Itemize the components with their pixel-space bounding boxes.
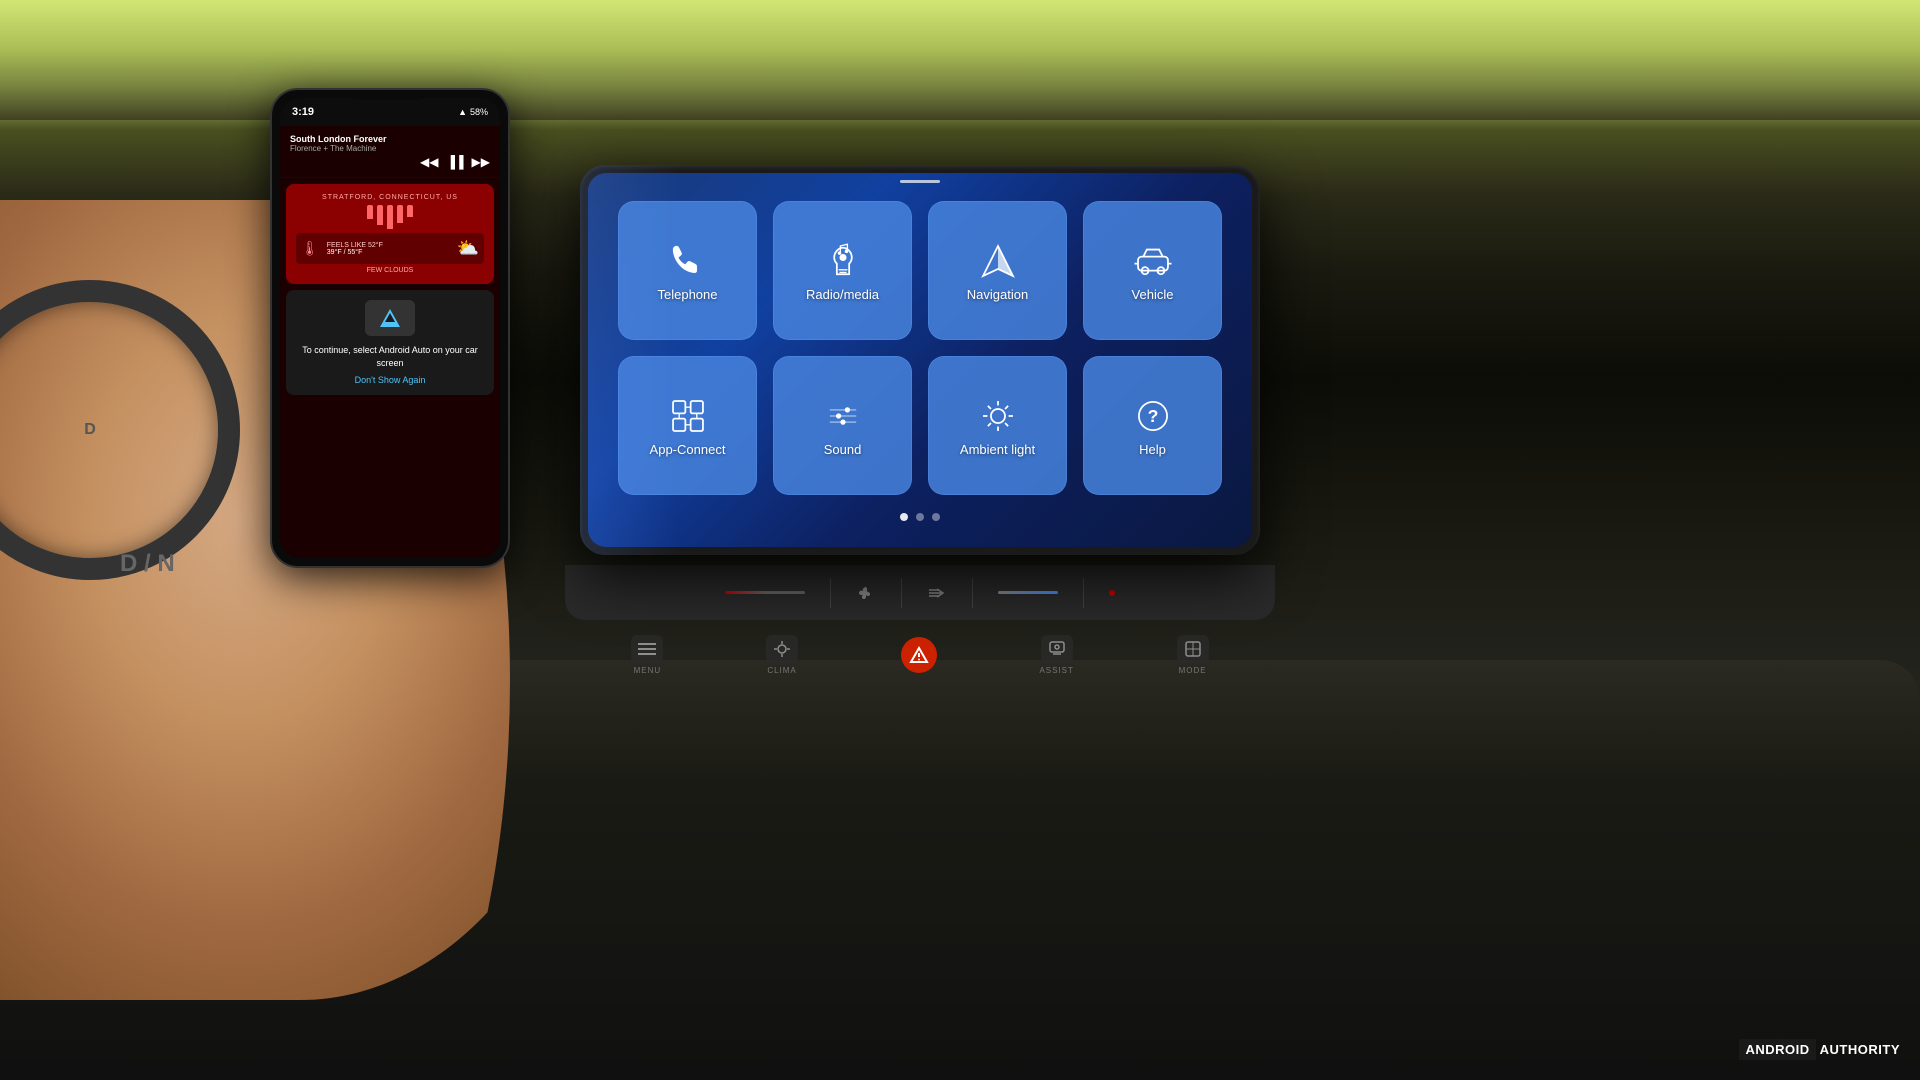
app-connect-label: App-Connect	[650, 442, 726, 457]
ambient-light-button[interactable]: Ambient light	[928, 356, 1067, 495]
weather-bar-2	[377, 205, 383, 225]
audio-slider[interactable]	[998, 591, 1058, 594]
thermometer-icon: 🌡	[301, 240, 319, 257]
ambient-light-icon	[976, 394, 1020, 438]
dot-1[interactable]	[900, 513, 908, 521]
pause-button[interactable]: ▐▐	[447, 155, 464, 169]
hazard-button[interactable]	[901, 637, 937, 673]
phone-notch	[355, 90, 425, 100]
vehicle-button[interactable]: Vehicle	[1083, 201, 1222, 340]
cloud-icon: ⛅	[457, 238, 479, 259]
app-grid: Telephone Radio/media	[588, 181, 1252, 505]
clima-hard-button[interactable]: CLIMA	[766, 635, 798, 675]
car-hard-buttons-row: MENU CLIMA ASSIST	[580, 625, 1260, 685]
assist-label: ASSIST	[1039, 666, 1073, 675]
car-screen-bezel: Telephone Radio/media	[580, 165, 1260, 555]
telephone-label: Telephone	[658, 287, 718, 302]
divider-1	[830, 578, 831, 608]
help-button[interactable]: ? Help	[1083, 356, 1222, 495]
weather-chart	[296, 205, 484, 229]
battery-percent: 58%	[470, 107, 488, 117]
car-infotainment-screen: Telephone Radio/media	[588, 173, 1252, 547]
weather-feels-like: FEELS LIKE 52°F	[327, 242, 383, 249]
weather-description: FEW CLOUDS	[296, 267, 484, 274]
app-connect-button[interactable]: App-Connect	[618, 356, 757, 495]
weather-bar-3	[387, 205, 393, 229]
phone-screen: 3:19 ▲ 58% South London Forever Florence…	[280, 98, 500, 558]
navigation-button[interactable]: Navigation	[928, 201, 1067, 340]
telephone-icon	[666, 239, 710, 283]
sound-label: Sound	[824, 442, 862, 457]
navigation-label: Navigation	[967, 287, 1028, 302]
vehicle-label: Vehicle	[1132, 287, 1174, 302]
assist-icon	[1041, 635, 1073, 663]
android-auto-icon	[365, 300, 415, 336]
help-label: Help	[1139, 442, 1166, 457]
music-artist: Florence + The Machine	[290, 144, 490, 153]
menu-icon	[631, 635, 663, 663]
watermark: ANDROID AUTHORITY	[1739, 1039, 1900, 1060]
weather-bar-4	[397, 205, 403, 223]
prev-button[interactable]: ◀◀	[420, 155, 438, 169]
airflow-icon	[927, 583, 947, 603]
divider-3	[972, 578, 973, 608]
watermark-authority: AUTHORITY	[1820, 1042, 1900, 1057]
weather-temps: 39°F / 55°F	[327, 249, 383, 256]
sound-icon	[821, 394, 865, 438]
phone-status-icons: ▲ 58%	[458, 107, 488, 117]
dot-2[interactable]	[916, 513, 924, 521]
mode-label: MODE	[1179, 666, 1207, 675]
divider-2	[901, 578, 902, 608]
navigation-icon	[976, 239, 1020, 283]
screen-top-bar	[588, 173, 1252, 181]
aa-triangle-icon	[380, 309, 400, 327]
pagination-dots	[588, 505, 1252, 529]
fan-icon	[856, 583, 876, 603]
temperature-left-slider[interactable]	[725, 591, 805, 594]
music-title: South London Forever	[290, 134, 490, 144]
mode-icon	[1177, 635, 1209, 663]
vehicle-icon	[1131, 239, 1175, 283]
menu-hard-button[interactable]: MENU	[631, 635, 663, 675]
help-icon: ?	[1131, 394, 1175, 438]
radio-media-label: Radio/media	[806, 287, 879, 302]
phone-status-bar: 3:19 ▲ 58%	[280, 98, 500, 126]
radio-icon	[821, 239, 865, 283]
battery-icon: ▲	[458, 107, 467, 117]
clima-icon	[766, 635, 798, 663]
watermark-android: ANDROID	[1739, 1039, 1815, 1060]
phone-music-player: South London Forever Florence + The Mach…	[280, 126, 500, 178]
screen-swipe-indicator	[900, 180, 940, 183]
weather-bar-5	[407, 205, 413, 217]
mode-hard-button[interactable]: MODE	[1177, 635, 1209, 675]
indicator-dot	[1109, 590, 1115, 596]
divider-4	[1083, 578, 1084, 608]
gear-indicator: D / N	[120, 550, 175, 578]
android-auto-text: To continue, select Android Auto on your…	[296, 344, 484, 369]
app-connect-icon	[666, 394, 710, 438]
next-button[interactable]: ▶▶	[472, 155, 490, 169]
phone-device: 3:19 ▲ 58% South London Forever Florence…	[270, 88, 510, 568]
weather-temp-row: 🌡 FEELS LIKE 52°F 39°F / 55°F ⛅	[296, 233, 484, 264]
music-controls: ◀◀ ▐▐ ▶▶	[290, 155, 490, 169]
phone-time: 3:19	[292, 106, 314, 118]
dont-show-again-link[interactable]: Don't Show Again	[296, 375, 484, 385]
weather-widget: STRATFORD, CONNECTICUT, US 🌡 FEELS LIKE …	[286, 184, 494, 284]
clima-label: CLIMA	[767, 666, 796, 675]
telephone-button[interactable]: Telephone	[618, 201, 757, 340]
menu-label: MENU	[634, 666, 662, 675]
sound-button[interactable]: Sound	[773, 356, 912, 495]
svg-text:?: ?	[1147, 406, 1158, 426]
assist-hard-button[interactable]: ASSIST	[1039, 635, 1073, 675]
radio-media-button[interactable]: Radio/media	[773, 201, 912, 340]
weather-location: STRATFORD, CONNECTICUT, US	[296, 194, 484, 201]
ambient-light-label: Ambient light	[960, 442, 1035, 457]
android-auto-prompt: To continue, select Android Auto on your…	[286, 290, 494, 395]
weather-bar-1	[367, 205, 373, 219]
car-climate-controls	[565, 565, 1275, 620]
dot-3[interactable]	[932, 513, 940, 521]
